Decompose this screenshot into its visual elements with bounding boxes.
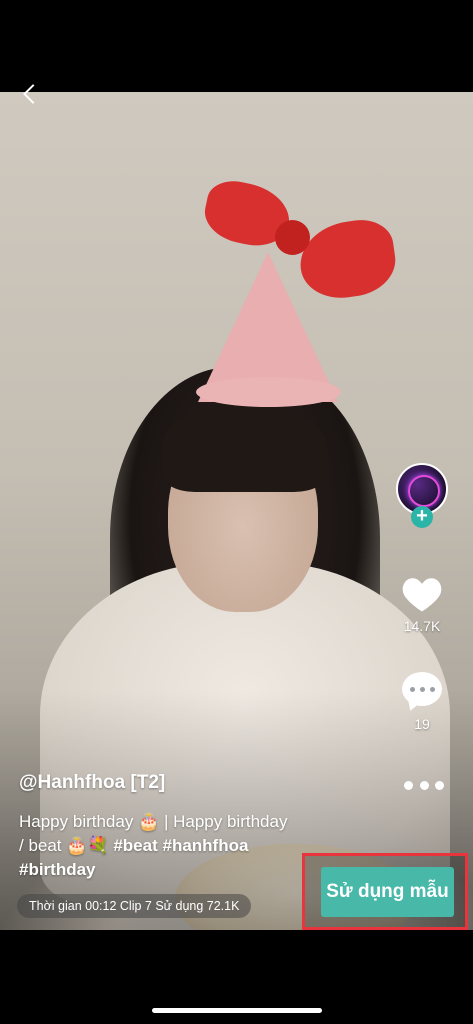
- comment-button[interactable]: 19: [394, 672, 450, 732]
- avatar-logo-icon: [408, 475, 440, 507]
- comment-count: 19: [414, 716, 430, 732]
- hashtag-beat[interactable]: #beat: [113, 836, 157, 855]
- hashtag-hanhfhoa[interactable]: #hanhfhoa: [163, 836, 249, 855]
- bouquet-emoji: 💐: [87, 836, 109, 855]
- cake-emoji: 🎂: [66, 836, 88, 855]
- video-player[interactable]: [0, 92, 473, 930]
- more-dot-icon: [435, 780, 444, 790]
- more-options-button[interactable]: [404, 776, 444, 794]
- back-button[interactable]: [16, 80, 44, 108]
- comment-icon: [402, 672, 442, 706]
- hat-bow-knot: [275, 220, 310, 255]
- template-info-badge: Thời gian 00:12 Clip 7 Sử dụng 72.1K: [17, 894, 252, 918]
- video-subject-bangs: [162, 402, 327, 492]
- more-dot-icon: [419, 780, 429, 790]
- cake-emoji: 🎂: [138, 812, 160, 831]
- hashtag-birthday[interactable]: #birthday: [19, 860, 96, 879]
- more-dot-icon: [404, 780, 413, 790]
- author-handle[interactable]: @Hanhfhoa [T2]: [19, 772, 165, 794]
- post-caption: Happy birthday 🎂 | Happy birthday / beat…: [19, 810, 289, 882]
- party-hat-brim: [196, 377, 341, 407]
- like-count: 14.7K: [403, 618, 441, 634]
- home-indicator[interactable]: [152, 1008, 322, 1013]
- caption-text-1: Happy birthday: [19, 812, 139, 831]
- use-template-button[interactable]: Sử dụng mẫu: [321, 867, 454, 917]
- follow-plus-icon[interactable]: +: [411, 506, 433, 528]
- heart-icon: [402, 578, 442, 612]
- like-button[interactable]: 14.7K: [394, 574, 450, 634]
